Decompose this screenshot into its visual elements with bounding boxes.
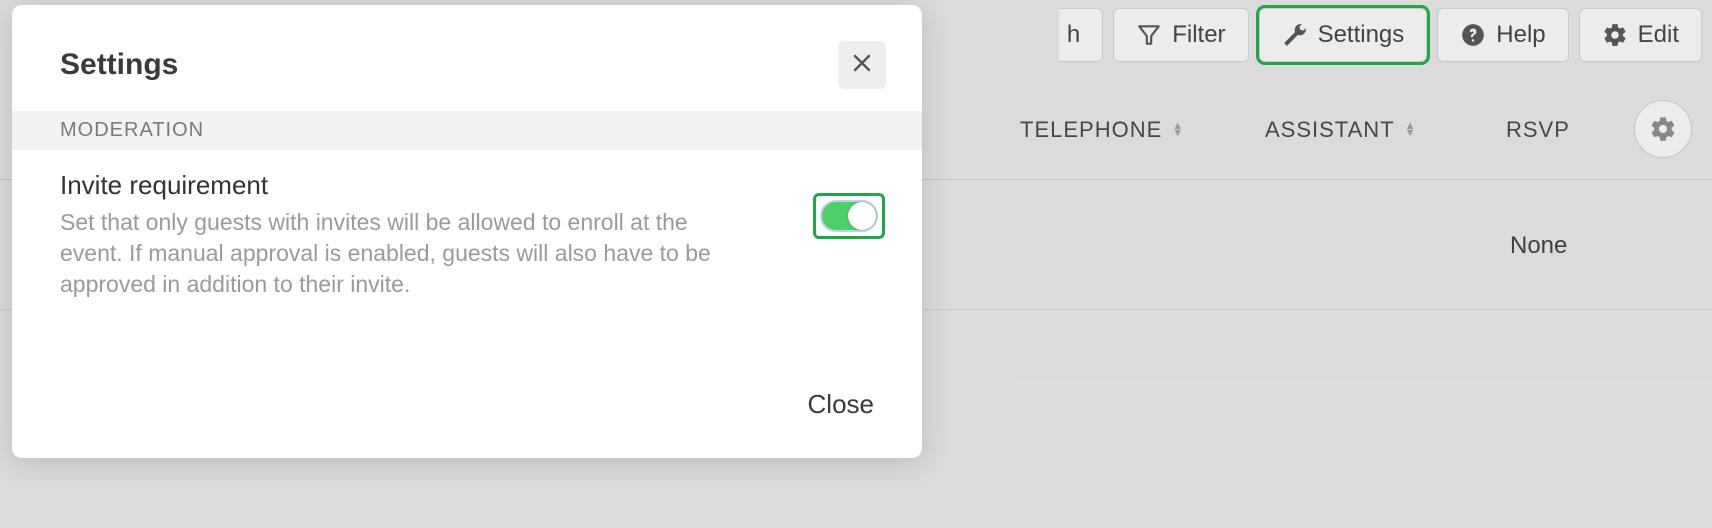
settings-button[interactable]: Settings — [1259, 8, 1428, 62]
close-icon — [850, 51, 874, 80]
modal-title: Settings — [60, 48, 178, 82]
column-telephone[interactable]: TELEPHONE ▲▼ — [1020, 117, 1184, 143]
toggle-knob — [848, 202, 876, 230]
help-label: Help — [1496, 21, 1545, 49]
rsvp-value: None — [1510, 232, 1567, 260]
modal-close-link[interactable]: Close — [808, 389, 874, 420]
modal-section-label: MODERATION — [12, 111, 922, 150]
edit-button[interactable]: Edit — [1579, 8, 1702, 62]
setting-text: Invite requirement Set that only guests … — [60, 170, 786, 300]
toolbar-partial-label: h — [1067, 21, 1080, 49]
modal-header: Settings — [12, 5, 922, 111]
filter-icon — [1136, 22, 1162, 48]
toolbar-button-partial[interactable]: h — [1059, 8, 1103, 62]
toolbar: h Filter Settings Help Edit — [1059, 8, 1702, 62]
modal-close-button[interactable] — [838, 41, 886, 89]
help-button[interactable]: Help — [1437, 8, 1568, 62]
setting-description: Set that only guests with invites will b… — [60, 207, 740, 300]
modal-footer: Close — [12, 389, 922, 458]
column-rsvp-label: RSVP — [1506, 117, 1570, 143]
edit-label: Edit — [1638, 21, 1679, 49]
filter-label: Filter — [1172, 21, 1225, 49]
gear-icon — [1602, 22, 1628, 48]
invite-requirement-toggle[interactable] — [820, 200, 878, 232]
sort-icon: ▲▼ — [1172, 123, 1184, 137]
help-icon — [1460, 22, 1486, 48]
modal-body: Invite requirement Set that only guests … — [12, 150, 922, 310]
column-assistant-label: ASSISTANT — [1265, 117, 1395, 143]
column-rsvp[interactable]: RSVP — [1506, 117, 1570, 143]
settings-label: Settings — [1318, 21, 1405, 49]
sort-icon: ▲▼ — [1405, 123, 1417, 137]
column-telephone-label: TELEPHONE — [1020, 117, 1162, 143]
column-assistant[interactable]: ASSISTANT ▲▼ — [1265, 117, 1417, 143]
filter-button[interactable]: Filter — [1113, 8, 1248, 62]
toggle-highlight — [816, 196, 882, 236]
table-settings-gear[interactable] — [1634, 100, 1692, 158]
setting-title: Invite requirement — [60, 170, 786, 201]
wrench-icon — [1282, 22, 1308, 48]
settings-modal: Settings MODERATION Invite requirement S… — [12, 5, 922, 458]
